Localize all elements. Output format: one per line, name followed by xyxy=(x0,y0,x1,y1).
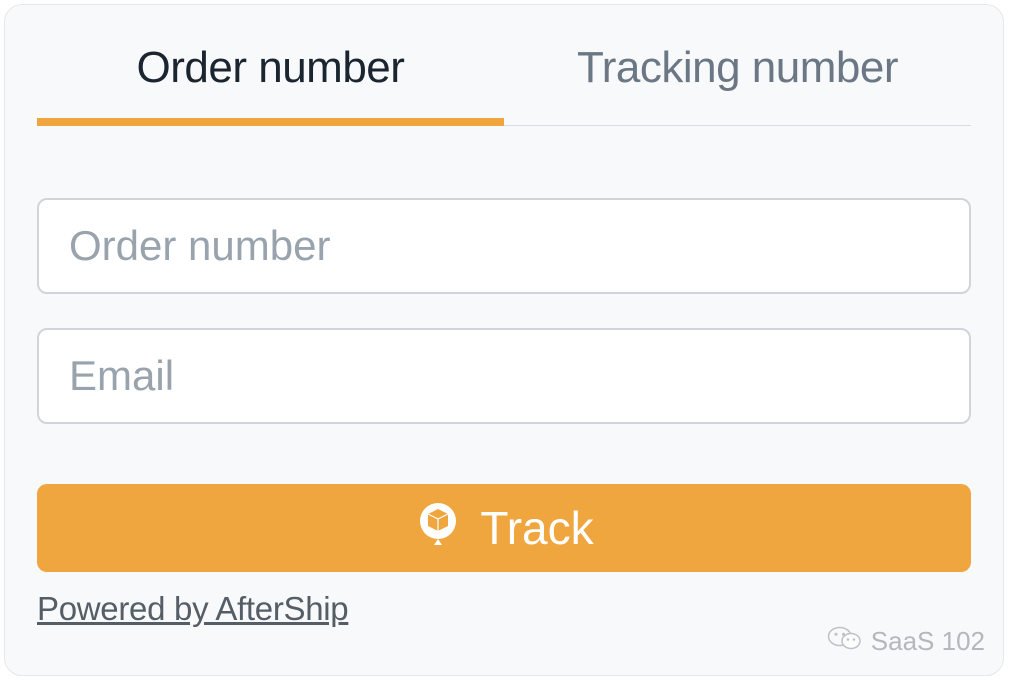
tabs-container: Order number Tracking number xyxy=(37,5,971,126)
tracking-widget-card: Order number Tracking number Track Power… xyxy=(4,4,1004,676)
track-button[interactable]: Track xyxy=(37,484,971,572)
track-button-label: Track xyxy=(480,501,593,555)
powered-by-label: Powered by AfterShip xyxy=(37,590,348,627)
tab-order-number-label: Order number xyxy=(137,43,405,92)
powered-by-link[interactable]: Powered by AfterShip xyxy=(37,590,348,628)
form-container: Track xyxy=(5,126,1003,572)
wechat-icon xyxy=(827,620,863,663)
package-icon xyxy=(414,499,462,558)
watermark: SaaS 102 xyxy=(827,620,985,663)
email-input[interactable] xyxy=(37,328,971,424)
tab-order-number[interactable]: Order number xyxy=(37,5,504,125)
tab-tracking-number-label: Tracking number xyxy=(577,43,898,92)
watermark-label: SaaS 102 xyxy=(871,626,985,657)
tab-tracking-number[interactable]: Tracking number xyxy=(504,5,971,125)
order-number-input[interactable] xyxy=(37,198,971,294)
